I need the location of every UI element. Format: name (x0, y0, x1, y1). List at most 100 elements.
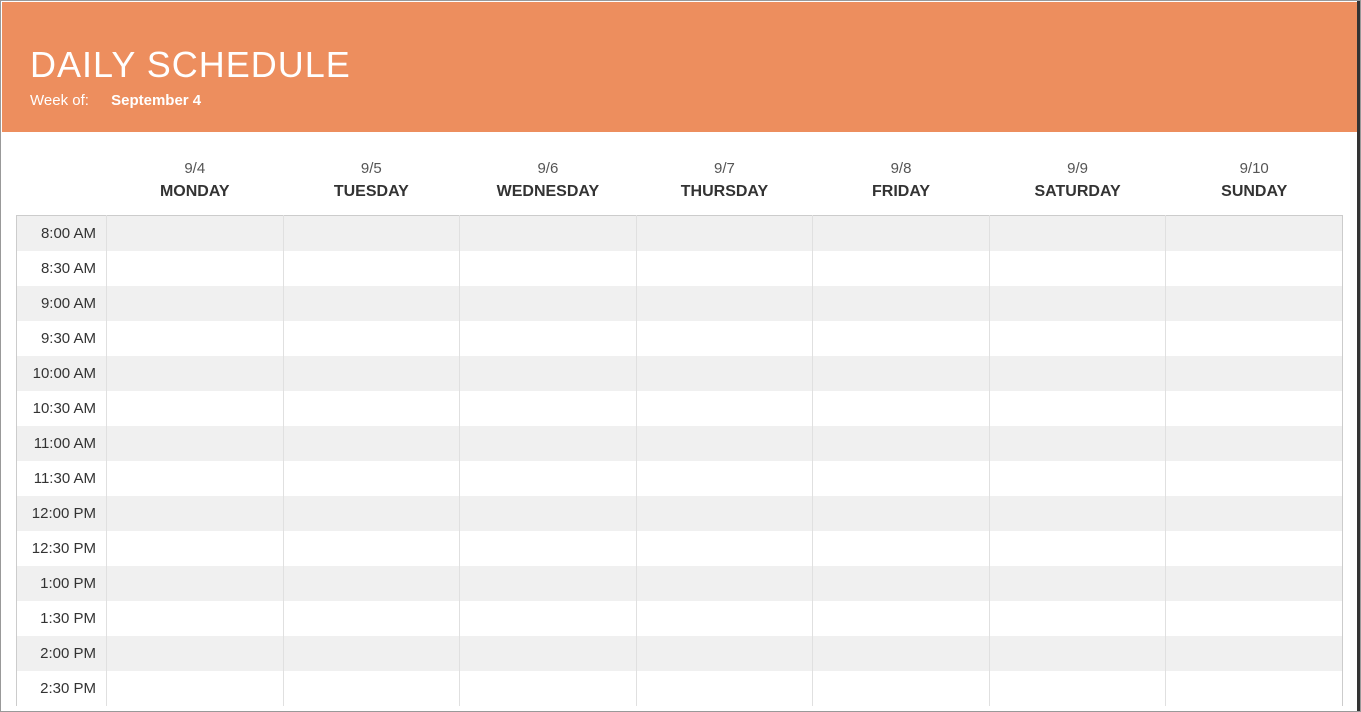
schedule-cell[interactable] (1166, 216, 1343, 251)
schedule-cell[interactable] (460, 566, 637, 601)
schedule-cell[interactable] (283, 461, 460, 496)
schedule-cell[interactable] (1166, 636, 1343, 671)
schedule-cell[interactable] (107, 216, 284, 251)
schedule-cell[interactable] (813, 636, 990, 671)
schedule-cell[interactable] (107, 356, 284, 391)
schedule-cell[interactable] (989, 391, 1166, 426)
schedule-cell[interactable] (989, 496, 1166, 531)
schedule-cell[interactable] (460, 286, 637, 321)
schedule-cell[interactable] (813, 601, 990, 636)
schedule-cell[interactable] (107, 636, 284, 671)
schedule-cell[interactable] (813, 251, 990, 286)
schedule-cell[interactable] (636, 356, 813, 391)
schedule-cell[interactable] (636, 531, 813, 566)
schedule-cell[interactable] (813, 426, 990, 461)
schedule-cell[interactable] (989, 636, 1166, 671)
schedule-cell[interactable] (813, 216, 990, 251)
schedule-cell[interactable] (636, 496, 813, 531)
schedule-cell[interactable] (283, 216, 460, 251)
schedule-cell[interactable] (1166, 461, 1343, 496)
schedule-cell[interactable] (1166, 321, 1343, 356)
schedule-cell[interactable] (636, 566, 813, 601)
schedule-cell[interactable] (460, 601, 637, 636)
schedule-cell[interactable] (283, 566, 460, 601)
schedule-cell[interactable] (989, 601, 1166, 636)
schedule-cell[interactable] (460, 671, 637, 706)
schedule-cell[interactable] (989, 671, 1166, 706)
schedule-cell[interactable] (1166, 356, 1343, 391)
schedule-cell[interactable] (283, 251, 460, 286)
schedule-cell[interactable] (107, 531, 284, 566)
schedule-cell[interactable] (107, 286, 284, 321)
schedule-cell[interactable] (1166, 601, 1343, 636)
schedule-cell[interactable] (636, 636, 813, 671)
schedule-cell[interactable] (636, 391, 813, 426)
col-day: SUNDAY (1166, 179, 1343, 216)
schedule-cell[interactable] (813, 461, 990, 496)
schedule-cell[interactable] (813, 391, 990, 426)
schedule-cell[interactable] (107, 391, 284, 426)
schedule-cell[interactable] (283, 531, 460, 566)
schedule-cell[interactable] (460, 461, 637, 496)
schedule-cell[interactable] (813, 321, 990, 356)
schedule-cell[interactable] (460, 251, 637, 286)
schedule-cell[interactable] (283, 601, 460, 636)
schedule-cell[interactable] (813, 671, 990, 706)
schedule-cell[interactable] (1166, 531, 1343, 566)
schedule-cell[interactable] (107, 671, 284, 706)
schedule-cell[interactable] (460, 216, 637, 251)
schedule-cell[interactable] (107, 321, 284, 356)
schedule-cell[interactable] (636, 601, 813, 636)
schedule-cell[interactable] (989, 356, 1166, 391)
schedule-cell[interactable] (460, 426, 637, 461)
schedule-cell[interactable] (813, 566, 990, 601)
schedule-cell[interactable] (283, 356, 460, 391)
schedule-cell[interactable] (1166, 286, 1343, 321)
schedule-cell[interactable] (1166, 426, 1343, 461)
schedule-cell[interactable] (460, 356, 637, 391)
schedule-cell[interactable] (636, 216, 813, 251)
schedule-cell[interactable] (107, 566, 284, 601)
schedule-cell[interactable] (1166, 496, 1343, 531)
schedule-cell[interactable] (989, 216, 1166, 251)
schedule-cell[interactable] (636, 251, 813, 286)
schedule-cell[interactable] (460, 636, 637, 671)
schedule-cell[interactable] (989, 461, 1166, 496)
schedule-cell[interactable] (813, 356, 990, 391)
schedule-cell[interactable] (460, 321, 637, 356)
schedule-cell[interactable] (1166, 391, 1343, 426)
schedule-cell[interactable] (283, 496, 460, 531)
schedule-cell[interactable] (636, 321, 813, 356)
schedule-cell[interactable] (989, 531, 1166, 566)
schedule-cell[interactable] (107, 426, 284, 461)
schedule-cell[interactable] (989, 566, 1166, 601)
schedule-cell[interactable] (989, 251, 1166, 286)
schedule-cell[interactable] (636, 426, 813, 461)
schedule-cell[interactable] (460, 391, 637, 426)
schedule-cell[interactable] (813, 286, 990, 321)
schedule-cell[interactable] (989, 321, 1166, 356)
schedule-cell[interactable] (283, 671, 460, 706)
schedule-cell[interactable] (283, 426, 460, 461)
schedule-cell[interactable] (1166, 671, 1343, 706)
schedule-cell[interactable] (1166, 566, 1343, 601)
schedule-cell[interactable] (107, 461, 284, 496)
schedule-cell[interactable] (989, 286, 1166, 321)
schedule-cell[interactable] (636, 671, 813, 706)
schedule-cell[interactable] (283, 286, 460, 321)
schedule-cell[interactable] (1166, 251, 1343, 286)
schedule-cell[interactable] (989, 426, 1166, 461)
schedule-cell[interactable] (460, 496, 637, 531)
schedule-cell[interactable] (107, 251, 284, 286)
schedule-cell[interactable] (107, 496, 284, 531)
schedule-cell[interactable] (283, 321, 460, 356)
schedule-cell[interactable] (283, 391, 460, 426)
schedule-cell[interactable] (813, 496, 990, 531)
schedule-cell[interactable] (636, 286, 813, 321)
schedule-cell[interactable] (107, 601, 284, 636)
right-edge-scrollbar[interactable] (1357, 1, 1360, 711)
schedule-cell[interactable] (813, 531, 990, 566)
schedule-cell[interactable] (460, 531, 637, 566)
schedule-cell[interactable] (283, 636, 460, 671)
schedule-cell[interactable] (636, 461, 813, 496)
